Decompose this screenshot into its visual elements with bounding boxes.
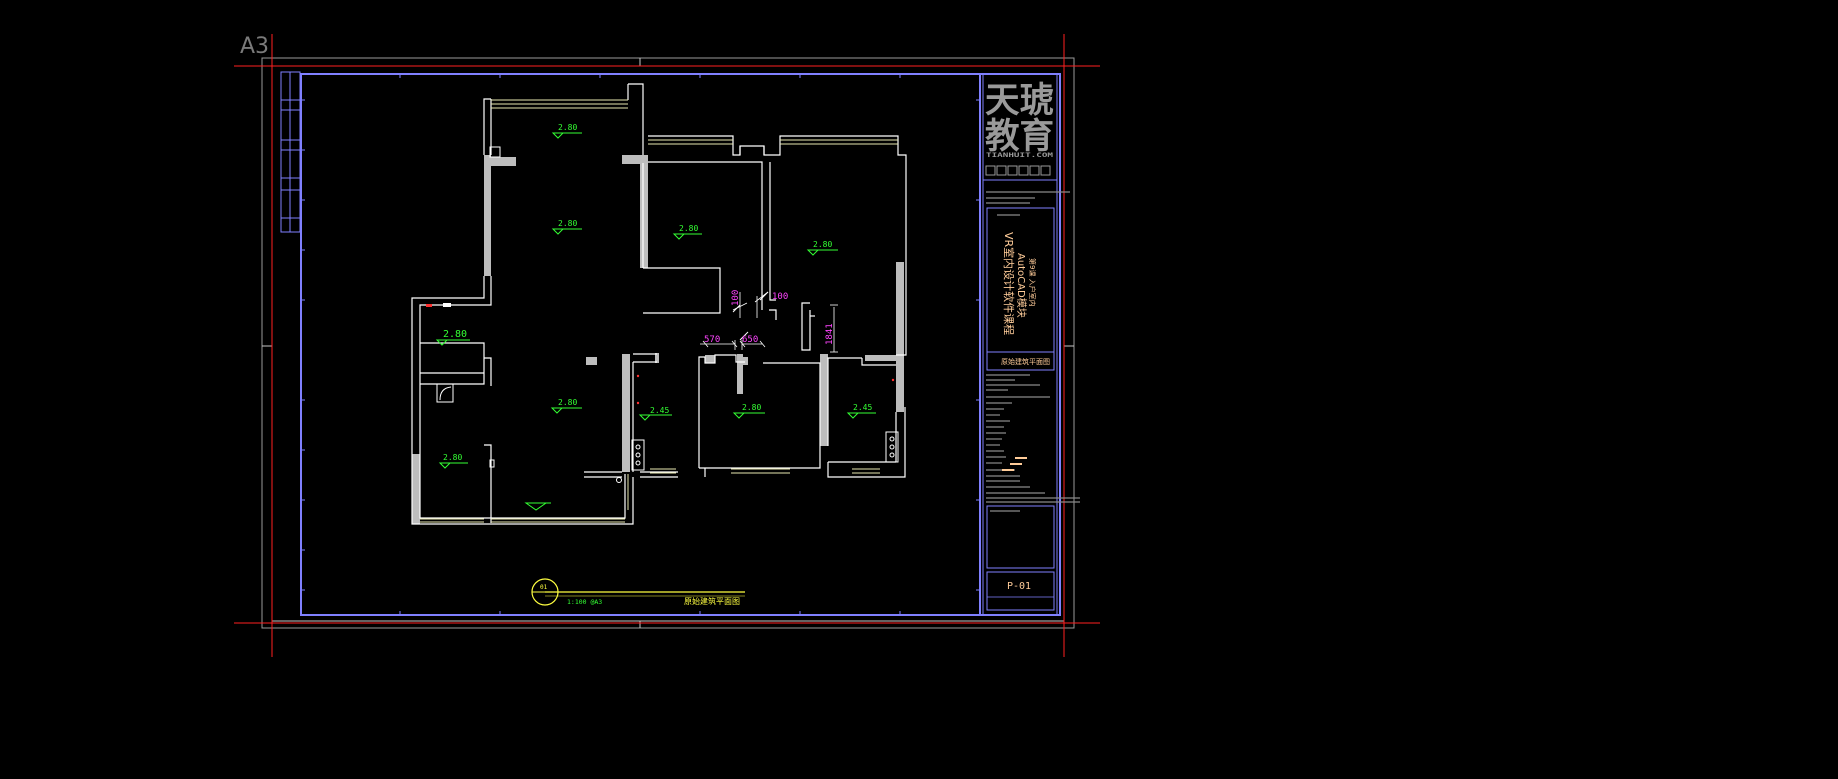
level-label: 2.80 [558,398,577,407]
drawing-scale: 1:100 @A3 [567,598,602,606]
level-label: 2.80 [558,123,577,132]
level-label: 2.80 [813,240,832,249]
level-label: 2.80 [742,403,761,412]
level-label: 2.80 [443,329,467,340]
drawing-name: 原始建筑平面图 [684,596,740,606]
level-label: 2.45 [650,406,669,415]
sheet-number: P-01 [1007,581,1031,592]
cad-drawing-canvas[interactable]: A3 2.80 2.80 2.80 2.80 2.80 2.80 2.45 2.… [0,0,1838,779]
dimension-label: 1841 [825,323,835,345]
dimension-label: 570 [704,335,720,345]
course-title-line2: AutoCAD模块 [1015,253,1027,318]
level-label: 2.45 [853,403,872,412]
course-title-line1: VR室内设计软件课程 [1002,232,1016,335]
logo-url: TIANHUIT.COM [986,151,1053,159]
level-label: 2.80 [443,453,462,462]
level-label: 2.80 [558,219,577,228]
level-label: 2.80 [679,224,698,233]
logo-text-line1: 天琥 [985,81,1054,121]
model-space-background [0,0,1838,779]
drawing-number: 01 [540,584,548,591]
title-block-drawing-name: 原始建筑平面图 [1001,357,1050,366]
course-title-line3: 第9课 入户室内 [1028,258,1037,307]
dimension-label: 100 [731,290,741,306]
dimension-label: 650 [742,335,758,345]
dimension-label: 100 [772,292,788,302]
sheet-size-label: A3 [240,34,269,59]
